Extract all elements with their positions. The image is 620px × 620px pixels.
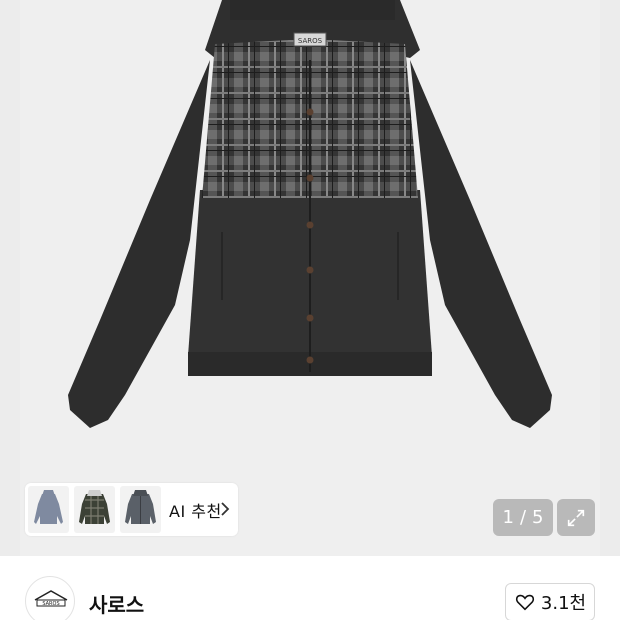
store-info-row: SAROS 사로스 3.1천	[0, 556, 620, 620]
chevron-right-icon	[221, 502, 230, 516]
image-pager: 1 / 5	[493, 499, 553, 536]
ai-recommend-card[interactable]: AI 추천	[25, 483, 238, 536]
recommend-thumbnail-3[interactable]	[120, 486, 161, 533]
pager-separator: /	[519, 507, 527, 528]
store-logo-text: SAROS	[42, 601, 59, 607]
pager-current: 1	[502, 507, 514, 528]
product-image[interactable]: SAROS	[0, 0, 620, 556]
product-image-gallery[interactable]: SAROS AI 추천 1 / 5	[0, 0, 620, 556]
store-logo: SAROS	[34, 590, 68, 607]
store-name[interactable]: 사로스	[89, 589, 144, 618]
heart-icon	[515, 594, 534, 611]
recommend-thumbnail-2[interactable]	[74, 486, 115, 533]
store-avatar[interactable]: SAROS	[25, 576, 75, 620]
pager-total: 5	[532, 507, 544, 528]
expand-icon	[567, 509, 585, 526]
like-count: 3.1천	[540, 593, 587, 614]
svg-text:SAROS: SAROS	[298, 37, 323, 45]
expand-button[interactable]	[557, 499, 595, 536]
recommend-thumbnail-1[interactable]	[28, 486, 69, 533]
ai-recommend-label: AI 추천	[169, 501, 222, 521]
like-button[interactable]: 3.1천	[505, 583, 595, 620]
